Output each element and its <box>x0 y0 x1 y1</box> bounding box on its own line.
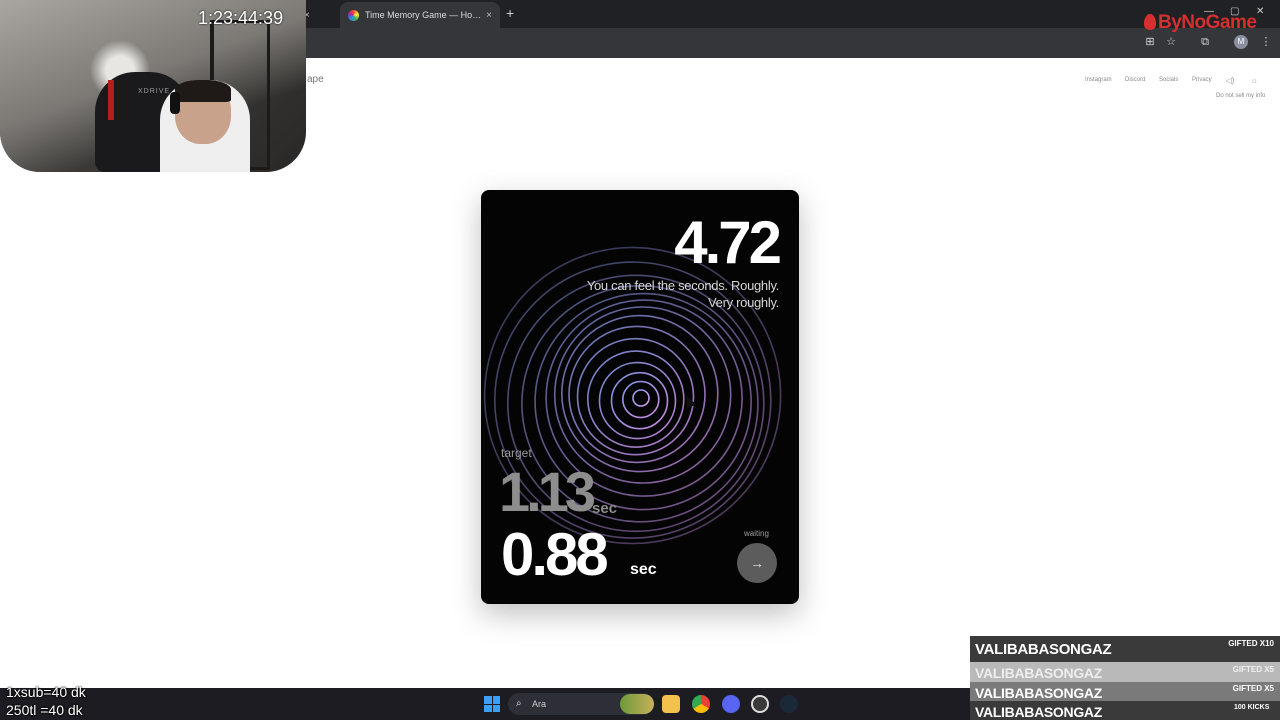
next-button[interactable]: → <box>737 543 777 583</box>
steam-icon[interactable] <box>780 695 798 713</box>
tab-title: Time Memory Game — How Good Is Your Inte… <box>365 10 482 20</box>
do-not-sell-link[interactable]: Do not sell my info <box>1216 93 1265 99</box>
webcam-hair-top <box>175 80 231 102</box>
nav-instagram[interactable]: Instagram <box>1085 77 1112 83</box>
flame-icon <box>1144 14 1156 30</box>
gift-alert-2: VALIBABASONGAZ GIFTED X5 <box>970 662 1280 682</box>
windows-start-icon[interactable] <box>484 696 500 712</box>
stream-timer: 1:23:44:39 <box>198 8 284 28</box>
window-close-icon[interactable]: ✕ <box>1256 6 1264 17</box>
nav-discord[interactable]: Discord <box>1125 77 1145 83</box>
gift-alert-3: VALIBABASONGAZ GIFTED X5 <box>970 682 1280 701</box>
discord-icon[interactable] <box>722 695 740 713</box>
extensions-icon[interactable]: ⧉ <box>1198 35 1212 49</box>
search-icon: ⌕ <box>516 698 522 709</box>
tab-previous[interactable]: × <box>300 2 342 28</box>
sub-note-1: 1xsub=40 dk <box>6 684 86 700</box>
new-tab-button[interactable]: + <box>506 5 514 21</box>
target-unit: sec <box>592 500 618 517</box>
status-label: waiting <box>744 529 769 538</box>
webcam-chair-stripe <box>108 80 114 120</box>
game-card: 4.72 You can feel the seconds. Roughly. … <box>481 190 799 604</box>
star-icon[interactable]: ☆ <box>1164 35 1178 49</box>
translate-icon[interactable]: ⊞ <box>1143 35 1157 49</box>
file-explorer-icon[interactable] <box>662 695 680 713</box>
webcam-headset <box>170 92 180 114</box>
nav-privacy[interactable]: Privacy <box>1192 77 1212 83</box>
site-brand[interactable]: ape <box>307 74 324 85</box>
chair-brand-text: XDRIVE <box>138 88 171 95</box>
score-value: 4.72 <box>674 209 782 276</box>
spiral-ring <box>568 325 706 464</box>
spiral-ring <box>622 380 660 419</box>
profile-avatar[interactable]: M <box>1234 35 1248 49</box>
tab-time-memory-game[interactable]: Time Memory Game — How Good Is Your Inte… <box>340 2 500 28</box>
menu-icon[interactable]: ⋮ <box>1259 35 1273 49</box>
favicon-icon <box>348 9 359 21</box>
kicks-counter: 100 KICKS <box>1234 704 1270 711</box>
target-value: 1.13 <box>499 460 596 523</box>
sub-note-2: 250tl =40 dk <box>6 702 83 718</box>
close-icon[interactable]: × <box>486 10 492 21</box>
gift-alert-1: VALIBABASONGAZ GIFTED X10 <box>970 636 1280 662</box>
target-label: target <box>501 446 532 460</box>
arrow-right-icon: → <box>750 555 764 571</box>
theme-toggle-icon[interactable]: ☼ <box>1249 76 1259 86</box>
result-unit: sec <box>630 561 657 578</box>
widget-icon[interactable] <box>620 694 654 714</box>
spiral-ring <box>632 389 650 407</box>
nav-socials[interactable]: Socials <box>1159 77 1178 83</box>
spiral-ring <box>587 350 685 448</box>
chrome-icon[interactable] <box>692 695 710 713</box>
sound-icon[interactable]: ◁) <box>1225 76 1235 86</box>
bynogame-logo: ByNoGame <box>1144 12 1257 34</box>
app-icon[interactable] <box>751 695 769 713</box>
result-message: You can feel the seconds. Roughly. Very … <box>586 278 779 310</box>
result-value: 0.88 <box>501 521 609 588</box>
